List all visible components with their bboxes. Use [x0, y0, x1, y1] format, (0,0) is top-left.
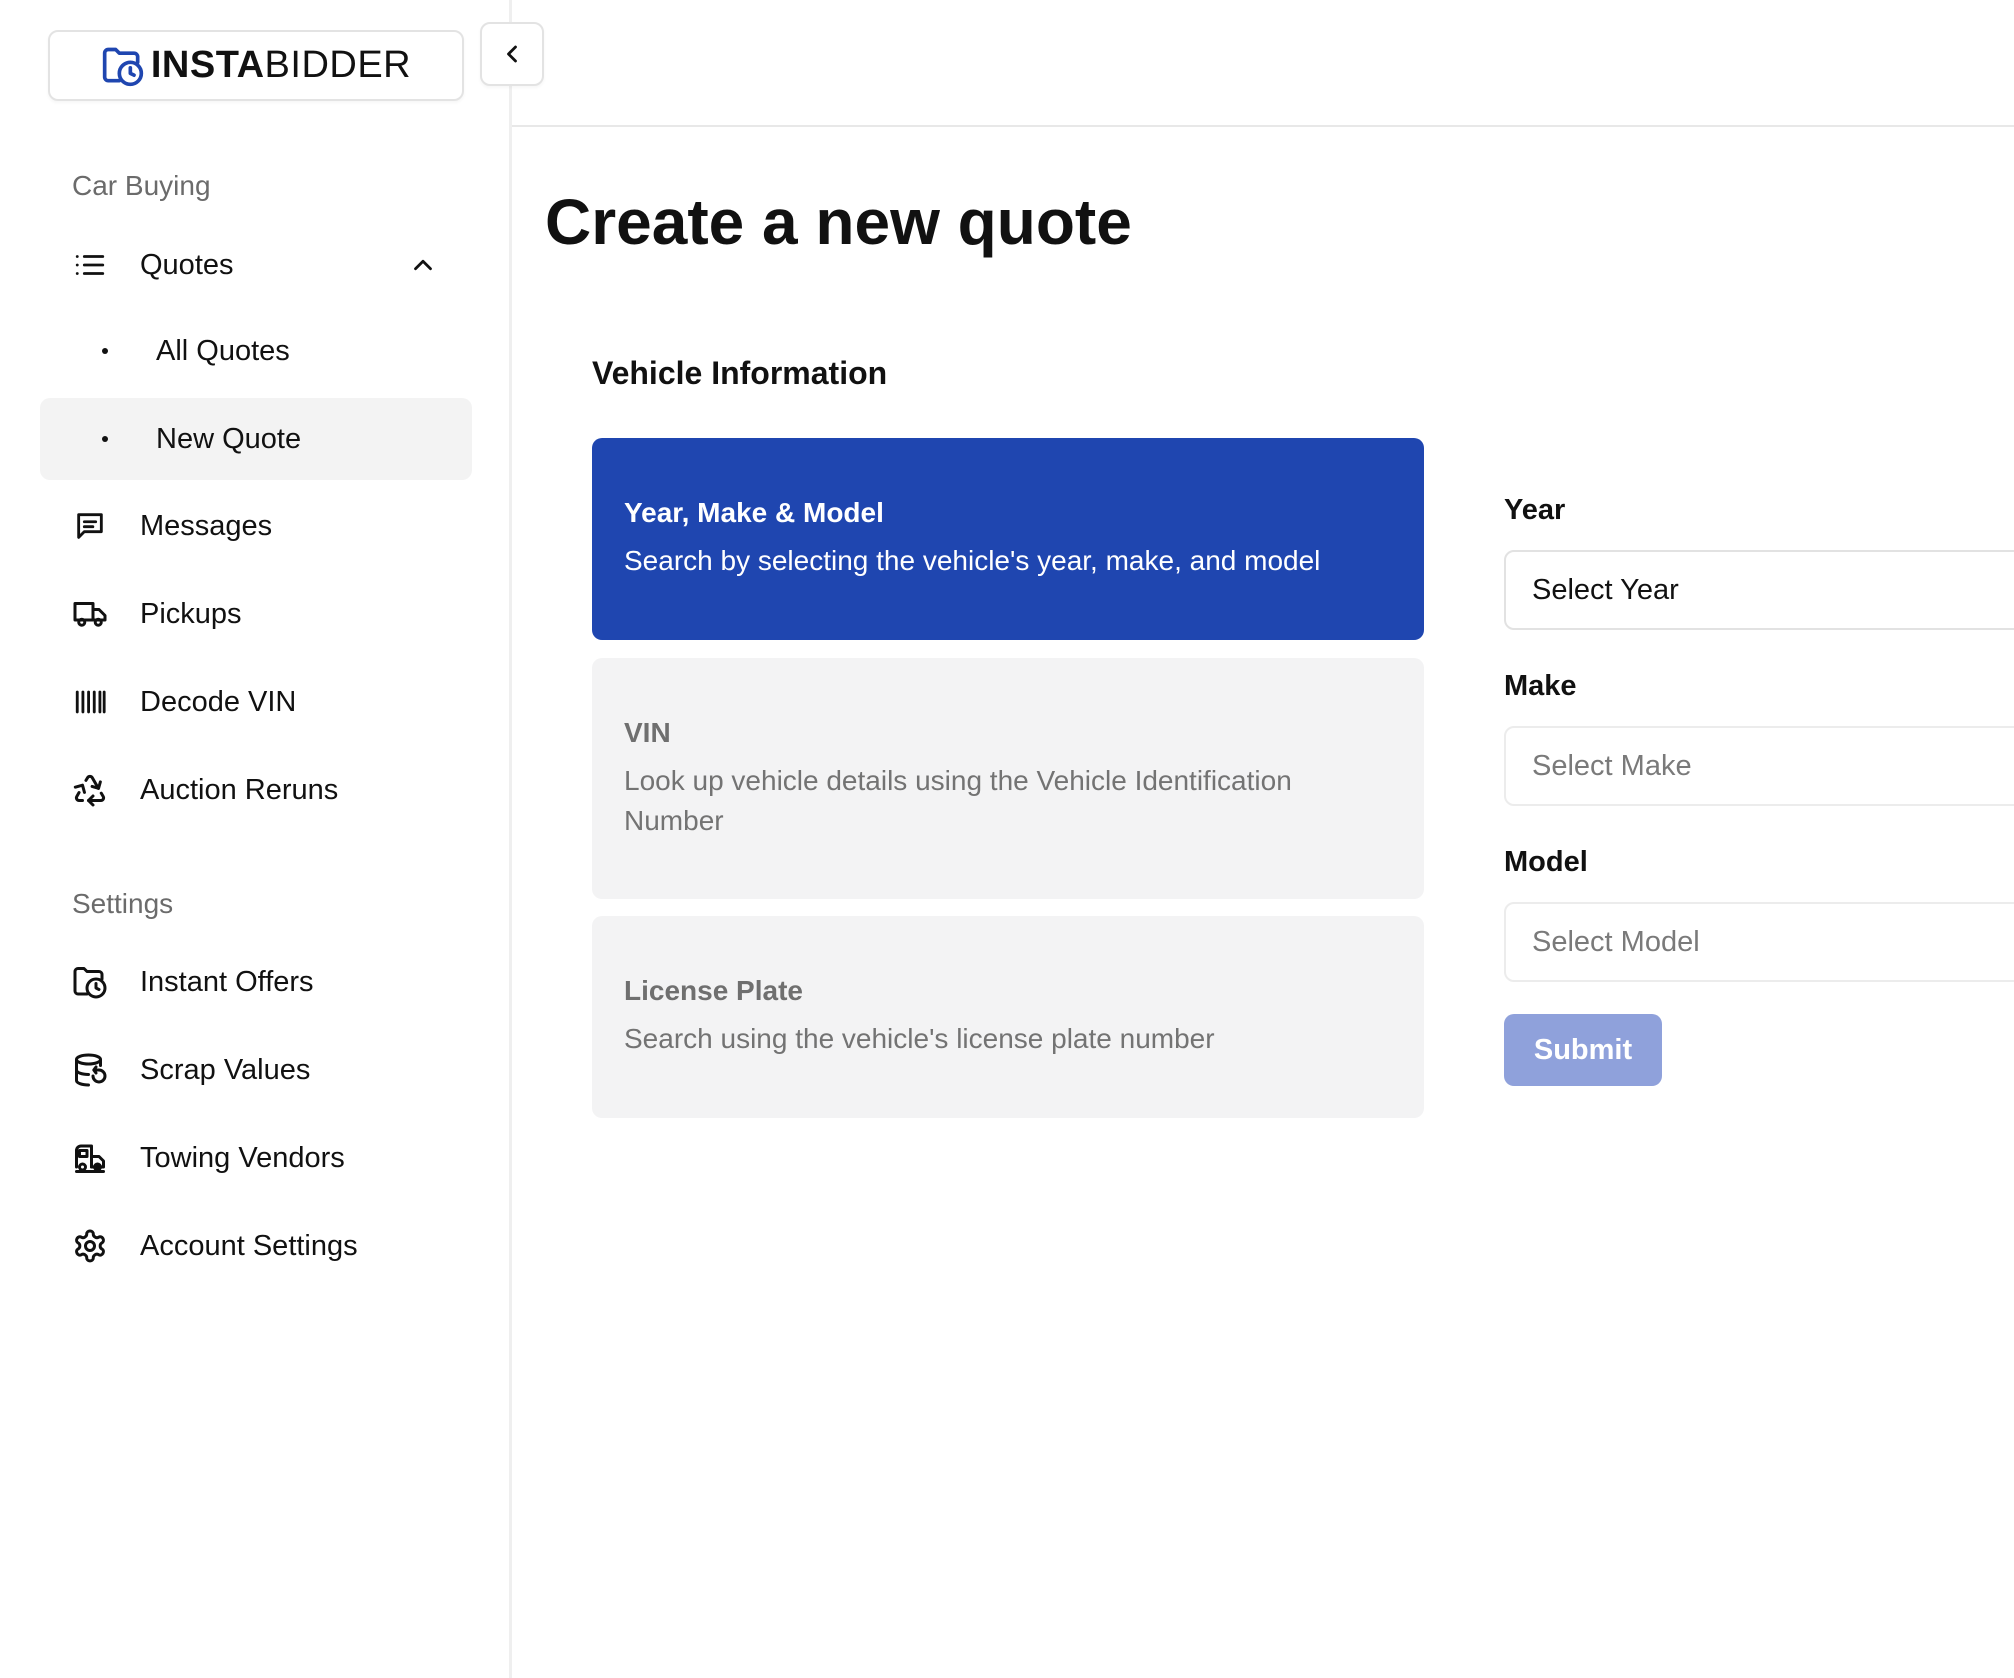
model-label: Model: [1504, 846, 1588, 878]
collapse-sidebar-button[interactable]: [480, 22, 544, 86]
submit-button[interactable]: Submit: [1504, 1014, 1662, 1086]
option-description: Search by selecting the vehicle's year, …: [624, 545, 1321, 576]
sidebar-item-label: Decode VIN: [140, 685, 297, 718]
sidebar-item-label: All Quotes: [156, 334, 290, 367]
year-select[interactable]: Select Year: [1504, 550, 2014, 630]
sidebar-item-label: Auction Reruns: [140, 773, 339, 806]
year-select-value: Select Year: [1532, 573, 1679, 606]
tow-truck-icon: [72, 1140, 108, 1176]
section-label-car-buying: Car Buying: [72, 170, 211, 201]
page-title: Create a new quote: [545, 186, 1132, 258]
logo-text: INSTABIDDER: [150, 44, 412, 86]
sidebar: INSTABIDDER Car Buying Quotes All Quotes…: [0, 0, 512, 1678]
sidebar-item-label: New Quote: [156, 422, 302, 455]
folder-clock-icon: [72, 964, 108, 1000]
sidebar-item-label: Towing Vendors: [140, 1141, 345, 1174]
option-description: Look up vehicle details using the Vehicl…: [624, 764, 1292, 836]
chevron-left-icon: [498, 40, 526, 68]
header-divider: [512, 125, 2014, 127]
make-select-value: Select Make: [1532, 749, 1692, 782]
chevron-up-icon[interactable]: [408, 250, 438, 280]
sidebar-item-auction-reruns[interactable]: Auction Reruns: [40, 749, 472, 831]
sidebar-item-towing-vendors[interactable]: Towing Vendors: [40, 1117, 472, 1199]
sidebar-item-decode-vin[interactable]: Decode VIN: [40, 661, 472, 743]
sidebar-item-account-settings[interactable]: Account Settings: [40, 1205, 472, 1287]
year-label: Year: [1504, 494, 1566, 526]
sidebar-item-label: Quotes: [140, 248, 234, 281]
section-label-settings: Settings: [72, 888, 174, 919]
option-title: License Plate: [624, 975, 803, 1006]
sidebar-item-label: Pickups: [140, 597, 242, 630]
folder-clock-logo-icon: [101, 44, 145, 88]
make-select[interactable]: Select Make: [1504, 726, 2014, 806]
database-icon: [72, 1052, 108, 1088]
sidebar-subitem-all-quotes[interactable]: All Quotes: [40, 310, 472, 392]
model-select[interactable]: Select Model: [1504, 902, 2014, 982]
list-icon: [72, 247, 108, 283]
sidebar-item-label: Account Settings: [140, 1229, 358, 1262]
logo[interactable]: INSTABIDDER: [48, 30, 464, 101]
search-option-license-plate[interactable]: License Plate Search using the vehicle's…: [592, 916, 1424, 1118]
truck-icon: [72, 596, 108, 632]
barcode-icon: [72, 684, 108, 720]
sidebar-item-pickups[interactable]: Pickups: [40, 573, 472, 655]
bullet-icon: [102, 348, 108, 354]
bullet-icon: [102, 436, 108, 442]
search-option-year-make-model[interactable]: Year, Make & Model Search by selecting t…: [592, 438, 1424, 640]
option-title: Year, Make & Model: [624, 497, 884, 528]
message-icon: [72, 508, 108, 544]
sidebar-item-label: Messages: [140, 509, 273, 542]
option-title: VIN: [624, 716, 671, 748]
make-label: Make: [1504, 670, 1577, 702]
sidebar-item-messages[interactable]: Messages: [40, 485, 472, 567]
sidebar-item-quotes[interactable]: Quotes: [40, 224, 472, 306]
sidebar-item-label: Scrap Values: [140, 1053, 311, 1086]
model-select-value: Select Model: [1532, 925, 1700, 958]
option-description: Search using the vehicle's license plate…: [624, 1023, 1215, 1054]
recycle-icon: [72, 772, 108, 808]
search-option-vin[interactable]: VIN Look up vehicle details using the Ve…: [592, 658, 1424, 899]
sidebar-subitem-new-quote[interactable]: New Quote: [40, 398, 472, 480]
sidebar-item-instant-offers[interactable]: Instant Offers: [40, 941, 472, 1023]
gear-icon: [72, 1228, 108, 1264]
section-title: Vehicle Information: [592, 355, 888, 391]
sidebar-item-scrap-values[interactable]: Scrap Values: [40, 1029, 472, 1111]
sidebar-item-label: Instant Offers: [140, 965, 314, 998]
